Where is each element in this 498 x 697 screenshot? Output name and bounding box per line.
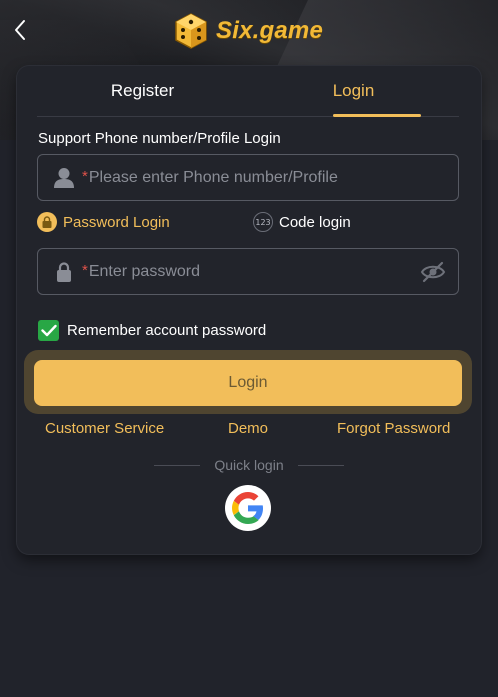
password-placeholder: Enter password — [88, 262, 201, 280]
password-field[interactable]: * Enter password — [37, 248, 459, 295]
remember-label: Remember account password — [67, 322, 267, 339]
eye-off-icon[interactable] — [420, 259, 446, 285]
password-login-label: Password Login — [63, 213, 170, 231]
chevron-left-icon — [15, 20, 25, 40]
lock-badge-icon — [37, 212, 57, 232]
code-login-label: Code login — [279, 213, 351, 231]
required-mark: * — [82, 168, 88, 185]
demo-link[interactable]: Demo — [228, 420, 268, 437]
divider-line — [154, 464, 201, 466]
google-icon — [232, 492, 263, 524]
tab-register[interactable]: Register — [37, 66, 248, 116]
footer-links: Customer Service Demo Forgot Password — [17, 420, 481, 440]
password-login-option[interactable]: Password Login — [37, 212, 170, 232]
dice-logo-icon — [175, 13, 207, 49]
remember-checkbox[interactable] — [38, 320, 59, 341]
quick-login-label: Quick login — [214, 457, 284, 473]
back-button[interactable] — [8, 16, 32, 44]
login-card: Register Login Support Phone number/Prof… — [17, 66, 481, 554]
phone-placeholder: Please enter Phone number/Profile — [88, 168, 338, 186]
google-login-button[interactable] — [225, 485, 271, 531]
tab-login[interactable]: Login — [248, 66, 459, 117]
divider-line — [297, 464, 344, 466]
code-login-option[interactable]: 123 Code login — [253, 212, 351, 232]
phone-field[interactable]: * Please enter Phone number/Profile — [37, 154, 459, 201]
customer-service-link[interactable]: Customer Service — [45, 420, 164, 437]
check-icon — [40, 324, 57, 337]
auth-tabs: Register Login — [37, 66, 459, 117]
lock-icon — [51, 259, 77, 285]
login-button-glow: Login — [24, 350, 472, 414]
quick-login-divider: Quick login — [17, 455, 481, 475]
login-mode-switch: Password Login 123 Code login — [37, 212, 459, 236]
code-badge-icon: 123 — [253, 212, 273, 232]
brand-logo: Six.game — [172, 12, 323, 50]
required-mark: * — [82, 262, 88, 279]
login-method-label: Support Phone number/Profile Login — [38, 130, 281, 147]
user-icon — [51, 165, 77, 191]
remember-password-toggle[interactable]: Remember account password — [38, 320, 266, 341]
login-button[interactable]: Login — [34, 360, 462, 406]
forgot-password-link[interactable]: Forgot Password — [337, 420, 450, 437]
brand-name: Six.game — [216, 17, 323, 44]
